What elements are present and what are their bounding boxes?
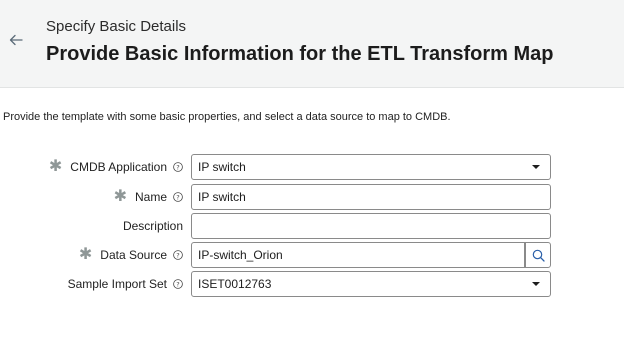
form-row-name: ✱ Name ? IP switch — [0, 184, 624, 210]
cmdb-application-label: CMDB Application — [70, 160, 167, 174]
sample-import-set-select[interactable]: ISET0012763 — [191, 271, 551, 297]
form-row-description: Description — [0, 213, 624, 239]
help-icon[interactable]: ? — [173, 192, 183, 202]
arrow-left-icon — [9, 34, 23, 46]
name-label-group: ✱ Name ? — [114, 184, 183, 210]
sample-import-set-value: ISET0012763 — [198, 277, 272, 291]
search-icon — [532, 249, 545, 262]
cmdb-application-value: IP switch — [198, 160, 246, 174]
svg-text:?: ? — [176, 281, 179, 289]
page-subtitle: Specify Basic Details — [46, 18, 187, 35]
required-asterisk-icon: ✱ — [113, 188, 127, 205]
svg-text:?: ? — [176, 194, 179, 202]
caret-down-icon — [531, 281, 541, 287]
caret-down-icon — [531, 164, 541, 170]
data-source-input[interactable]: IP-switch_Orion — [191, 242, 525, 268]
description-label: Description — [122, 219, 183, 233]
back-button[interactable] — [7, 31, 25, 49]
description-label-group: Description — [123, 213, 183, 239]
form-row-cmdb-application: ✱ CMDB Application ? IP switch — [0, 154, 624, 180]
name-input[interactable]: IP switch — [191, 184, 551, 210]
help-icon[interactable]: ? — [173, 279, 183, 289]
sample-import-set-label-group: Sample Import Set ? — [68, 271, 183, 297]
cmdb-application-label-group: ✱ CMDB Application ? — [49, 154, 183, 180]
data-source-lookup-button[interactable] — [525, 242, 551, 268]
page-header: Specify Basic Details Provide Basic Info… — [0, 0, 624, 88]
help-icon[interactable]: ? — [173, 250, 183, 260]
svg-text:?: ? — [176, 252, 179, 260]
data-source-label: Data Source — [100, 248, 167, 262]
required-asterisk-icon: ✱ — [48, 158, 63, 175]
form-row-data-source: ✱ Data Source ? IP-switch_Orion — [0, 242, 624, 268]
description-input[interactable] — [191, 213, 551, 239]
cmdb-application-select[interactable]: IP switch — [191, 154, 551, 180]
required-asterisk-icon: ✱ — [78, 246, 93, 263]
data-source-value: IP-switch_Orion — [198, 248, 283, 262]
data-source-label-group: ✱ Data Source ? — [79, 242, 183, 268]
page-title: Provide Basic Information for the ETL Tr… — [46, 43, 554, 65]
svg-text:?: ? — [176, 164, 179, 172]
form-row-sample-import-set: Sample Import Set ? ISET0012763 — [0, 271, 624, 297]
help-icon[interactable]: ? — [173, 162, 183, 172]
name-label: Name — [134, 190, 167, 204]
intro-text: Provide the template with some basic pro… — [3, 111, 451, 123]
sample-import-set-label: Sample Import Set — [67, 277, 167, 291]
name-value: IP switch — [198, 190, 246, 204]
